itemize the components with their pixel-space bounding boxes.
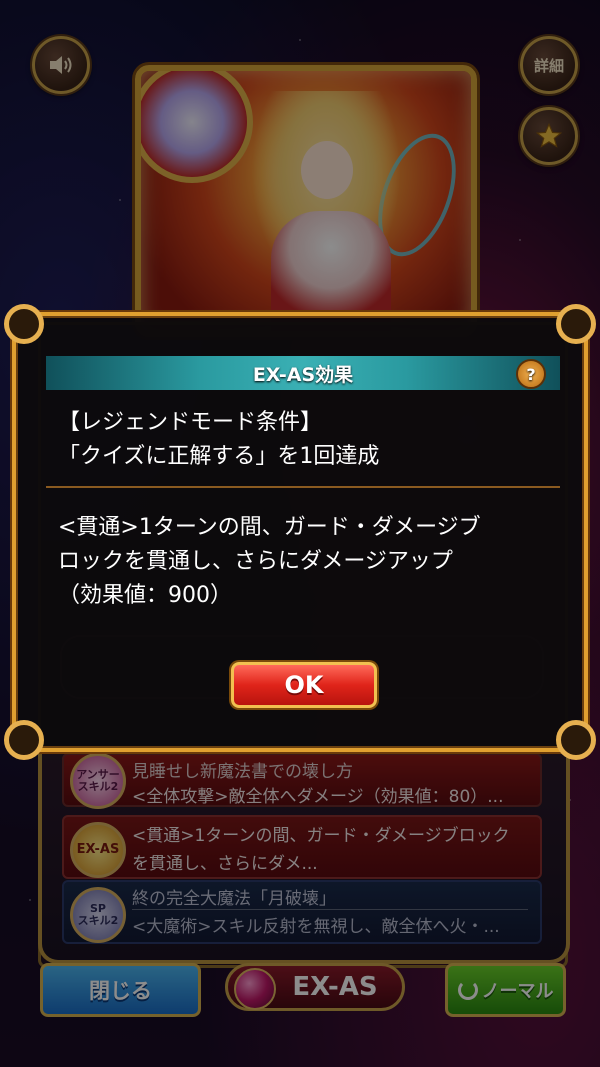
- corner-ornament: [556, 304, 596, 344]
- ok-button[interactable]: OK: [231, 662, 377, 708]
- help-icon[interactable]: ?: [516, 359, 546, 389]
- effect-line: <貫通>1ターンの間、ガード・ダメージブ: [58, 515, 481, 540]
- condition-text: 「クイズに正解する」を1回達成: [58, 444, 380, 469]
- exas-effect-dialog: EX-AS効果 ? 【レジェンドモード条件】 「クイズに正解する」を1回達成 <…: [4, 304, 596, 760]
- effect-text: <貫通>1ターンの間、ガード・ダメージブ ロックを貫通し、さらにダメージアップ …: [58, 511, 558, 613]
- corner-ornament: [4, 304, 44, 344]
- effect-line: ロックを貫通し、さらにダメージアップ: [58, 549, 453, 574]
- corner-ornament: [556, 720, 596, 760]
- dialog-title: EX-AS効果: [252, 363, 354, 386]
- effect-line: （効果値：900）: [58, 583, 232, 608]
- condition-title: 【レジェンドモード条件】: [58, 410, 323, 435]
- corner-ornament: [4, 720, 44, 760]
- divider: [46, 486, 560, 488]
- dialog-header: EX-AS効果 ?: [46, 356, 560, 390]
